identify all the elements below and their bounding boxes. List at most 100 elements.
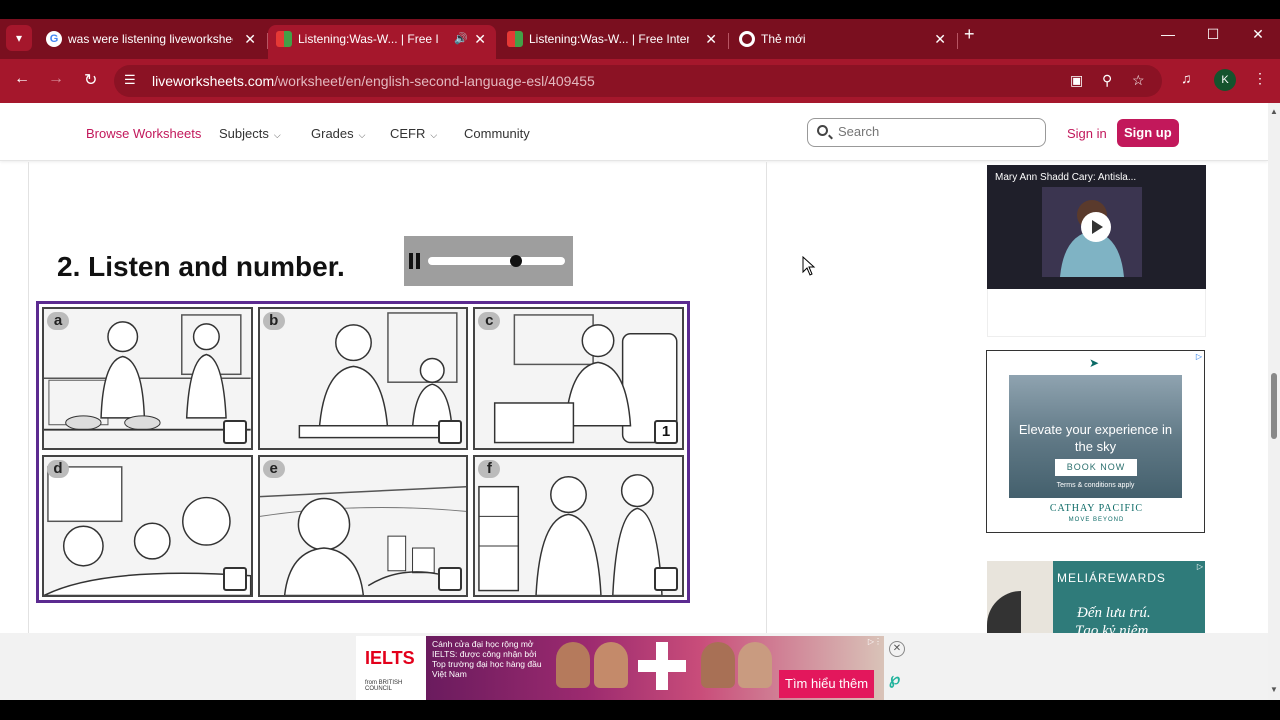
student-photo <box>594 642 628 688</box>
adchoices-icon[interactable]: ▷ <box>1197 562 1203 571</box>
close-tab-icon[interactable]: ✕ <box>474 25 486 53</box>
pause-icon[interactable] <box>409 253 421 269</box>
scroll-up-icon[interactable]: ▲ <box>1270 107 1278 116</box>
close-ad-icon[interactable]: ✕ <box>889 641 905 657</box>
nav-cefr[interactable]: CEFR ⌵ <box>390 126 437 141</box>
mouse-cursor-icon <box>802 256 816 276</box>
chevron-down-icon: ⌵ <box>430 130 438 140</box>
liveworksheets-icon <box>276 31 292 47</box>
back-icon[interactable]: ← <box>14 70 30 88</box>
ielts-logo[interactable]: IELTS from BRITISH COUNCIL <box>356 636 426 700</box>
picture-grid: a b c 1 d e f <box>36 301 690 603</box>
adchoices-icon[interactable]: ▷⋮ <box>868 637 882 646</box>
student-photo <box>738 642 772 688</box>
answer-box[interactable] <box>654 567 678 591</box>
supermarket-illustration <box>475 456 682 595</box>
site-info-icon[interactable]: ☰ <box>124 72 136 88</box>
url-text[interactable]: liveworksheets.com/worksheet/en/english-… <box>152 73 595 89</box>
chevron-down-icon: ⌵ <box>358 130 366 140</box>
close-tab-icon[interactable]: ✕ <box>244 25 256 53</box>
reload-icon[interactable]: ↻ <box>84 70 97 90</box>
sign-up-button[interactable]: Sign up <box>1117 119 1179 147</box>
book-now-button[interactable]: BOOK NOW <box>1055 459 1137 476</box>
ad-tagline: MOVE BEYOND <box>1068 517 1125 523</box>
zoom-icon[interactable]: ⚲ <box>1102 72 1112 89</box>
nav-browse-worksheets[interactable]: Browse Worksheets <box>86 126 201 141</box>
liveworksheets-icon <box>507 31 523 47</box>
install-icon[interactable]: ▣ <box>1070 72 1083 89</box>
audio-progress-handle[interactable] <box>509 255 522 267</box>
web-page: Browse Worksheets Subjects ⌵ Grades ⌵ CEFR… <box>0 103 1268 700</box>
ad-terms: Terms & conditions apply <box>1056 482 1135 489</box>
forward-icon[interactable]: → <box>48 70 64 88</box>
google-icon: G <box>46 31 62 47</box>
cathay-logo-icon: ➤ <box>1089 356 1100 370</box>
adchoices-icon[interactable]: ▷ <box>1196 352 1202 361</box>
avatar[interactable]: K <box>1214 69 1236 91</box>
answer-box[interactable] <box>222 419 247 444</box>
minimize-icon[interactable]: — <box>1148 26 1188 42</box>
close-window-icon[interactable]: ✕ <box>1238 26 1278 43</box>
tab-listening-active[interactable]: Listening:Was-W... | Free Interactive 🔊 … <box>268 25 496 59</box>
bookmark-star-icon[interactable]: ☆ <box>1132 72 1145 89</box>
picture-d: d <box>42 454 253 597</box>
chevron-down-icon: ⌵ <box>273 130 281 140</box>
search-icon <box>817 125 828 136</box>
close-tab-icon[interactable]: ✕ <box>934 25 946 53</box>
audio-player <box>404 236 573 286</box>
answer-box[interactable] <box>438 419 463 444</box>
ad-line1: Đến lưu trú. <box>1077 605 1151 621</box>
tab-new-tab[interactable]: Thẻ mới ✕ <box>731 25 956 59</box>
close-tab-icon[interactable]: ✕ <box>705 25 717 53</box>
ad-brand: MELIÁREWARDS <box>1057 571 1166 585</box>
ad-headline: Elevate your experience in the sky <box>1018 422 1173 454</box>
new-tab-icon[interactable]: + <box>964 24 975 45</box>
maximize-icon[interactable]: ☐ <box>1193 26 1233 43</box>
media-control-icon[interactable]: ♫ <box>1181 70 1192 86</box>
scrollbar[interactable]: ▲ ▼ <box>1268 103 1280 700</box>
menu-icon[interactable]: ⋮ <box>1253 70 1267 87</box>
scroll-down-icon[interactable]: ▼ <box>1270 685 1278 694</box>
scrollbar-thumb[interactable] <box>1271 373 1277 439</box>
picture-c: c 1 <box>473 307 684 450</box>
address-bar[interactable]: ☰ liveworksheets.com/worksheet/en/englis… <box>114 65 1162 97</box>
kitchen-illustration <box>44 309 251 448</box>
picture-letter: f <box>478 459 501 478</box>
learn-more-button[interactable]: Tìm hiểu thêm <box>779 670 875 698</box>
picture-letter: e <box>262 459 285 478</box>
tab-search-button[interactable]: ▾ <box>6 25 32 51</box>
nav-community[interactable]: Community <box>464 126 530 141</box>
student-photo <box>701 642 735 688</box>
browser-window: ▾ G was were listening liveworksheets ✕ … <box>0 0 1280 720</box>
ad-network-icon: ℘ <box>889 671 901 688</box>
video-title: Mary Ann Shadd Cary: Antisla... <box>995 172 1137 183</box>
ielts-banner[interactable]: Cánh cửa đại học rộng mở IELTS: được côn… <box>426 636 884 700</box>
tab-listening[interactable]: Listening:Was-W... | Free Interactive ✕ <box>499 25 727 59</box>
answer-box[interactable] <box>222 567 247 591</box>
answer-box[interactable]: 1 <box>654 419 678 444</box>
picture-b: b <box>257 307 469 450</box>
picture-letter: c <box>478 312 501 330</box>
banner-text: Cánh cửa đại học rộng mở IELTS: được côn… <box>432 639 542 679</box>
picture-a: a <box>42 307 253 450</box>
ad-brand: CATHAY PACIFIC <box>1049 503 1144 514</box>
audio-progress-track[interactable] <box>428 257 565 265</box>
answer-box[interactable] <box>438 567 463 591</box>
tab-google-search[interactable]: G was were listening liveworksheets ✕ <box>38 25 266 59</box>
nav-grades[interactable]: Grades ⌵ <box>311 126 365 141</box>
tab-strip: ▾ G was were listening liveworksheets ✕ … <box>0 19 1280 59</box>
search-box[interactable] <box>807 118 1046 147</box>
nav-subjects[interactable]: Subjects ⌵ <box>219 126 281 141</box>
search-input[interactable] <box>838 124 1038 139</box>
play-icon[interactable] <box>1081 212 1111 242</box>
tab-title: was were listening liveworksheets <box>68 32 233 46</box>
video-ad[interactable]: Mary Ann Shadd Cary: Antisla... <box>987 165 1206 289</box>
sign-in-link[interactable]: Sign in <box>1067 126 1107 141</box>
cathay-ad[interactable]: ➤ ▷ Elevate your experience in the sky B… <box>986 350 1205 533</box>
toolbar: ← → ↻ ☰ liveworksheets.com/worksheet/en/… <box>0 59 1280 103</box>
tab-title: Thẻ mới <box>761 32 806 46</box>
bottom-banner-ad: IELTS from BRITISH COUNCIL Cánh cửa đại … <box>0 633 1268 700</box>
speaker-icon[interactable]: 🔊 <box>454 25 468 53</box>
plus-icon <box>638 642 686 690</box>
exercise-heading: 2. Listen and number. <box>57 251 345 282</box>
